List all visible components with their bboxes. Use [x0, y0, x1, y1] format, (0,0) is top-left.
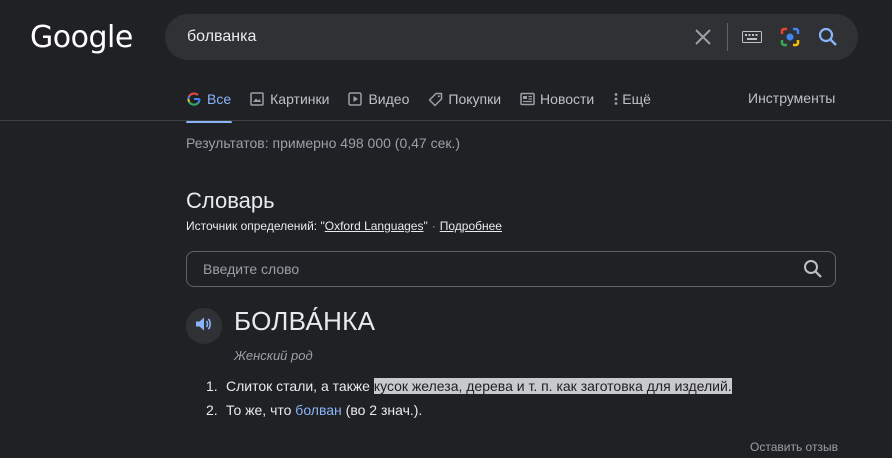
close-icon[interactable] [691, 25, 715, 49]
tag-icon [427, 91, 443, 107]
tab-all[interactable]: Все [186, 91, 232, 123]
source-suffix: " [423, 219, 428, 233]
tab-label: Картинки [270, 91, 330, 107]
dictionary-headword: БОЛВА́НКА [234, 306, 376, 336]
definition-number: 1. [206, 378, 218, 394]
camera-lens-icon[interactable] [778, 25, 802, 49]
tab-more[interactable]: Ещё [612, 91, 651, 107]
word-link-bolvan[interactable]: болван [295, 402, 341, 418]
results-stats: Результатов: примерно 498 000 (0,47 сек.… [186, 135, 461, 151]
definition-number: 2. [206, 402, 218, 418]
tab-shopping[interactable]: Покупки [427, 91, 501, 107]
search-icon[interactable] [801, 257, 825, 281]
tools-button[interactable]: Инструменты [748, 90, 835, 106]
search-results-page: Google болванка Все Картинки Видео Покуп… [0, 0, 892, 458]
play-icon [347, 91, 363, 107]
tab-label: Видео [368, 91, 410, 107]
feedback-link[interactable]: Оставить отзыв [750, 440, 838, 454]
news-icon [519, 91, 535, 107]
pronunciation-button[interactable] [186, 308, 222, 344]
tab-images[interactable]: Картинки [249, 91, 329, 107]
search-icon[interactable] [816, 25, 840, 49]
keyboard-icon[interactable] [740, 25, 764, 49]
more-info-link[interactable]: Подробнее [440, 219, 502, 233]
search-tabs: Все Картинки Видео Покупки Новости Ещё [186, 88, 669, 123]
definition-before: То же, что [226, 402, 296, 418]
speaker-icon [195, 316, 213, 337]
definition-item: 2. То же, что болван (во 2 знач.). [206, 398, 732, 422]
more-vert-icon [612, 91, 620, 107]
definition-plain: Слиток стали, а также [226, 378, 374, 394]
tab-label: Новости [540, 91, 595, 107]
oxford-languages-link[interactable]: Oxford Languages [325, 219, 424, 233]
part-of-speech: Женский род [234, 348, 313, 363]
tab-news[interactable]: Новости [519, 91, 594, 107]
tab-label: Все [207, 91, 232, 107]
tab-video[interactable]: Видео [347, 91, 409, 107]
google-g-icon [186, 91, 202, 107]
search-bar[interactable]: болванка [165, 14, 858, 60]
definition-item: 1. Слиток стали, а также кусок железа, д… [206, 374, 732, 398]
image-icon [249, 91, 265, 107]
definitions-list: 1. Слиток стали, а также кусок железа, д… [206, 374, 732, 422]
dictionary-search-box[interactable] [186, 251, 836, 287]
selected-text: кусок железа, дерева и т. п. как заготов… [373, 378, 732, 394]
definition-text: Слиток стали, а также кусок железа, дере… [226, 378, 732, 394]
search-query[interactable]: болванка [187, 28, 691, 46]
definition-after: (во 2 знач.). [341, 402, 423, 418]
search-bar-divider [727, 23, 728, 51]
dictionary-title: Словарь [186, 188, 275, 213]
definition-text: То же, что болван (во 2 знач.). [226, 402, 422, 418]
header-divider [0, 120, 892, 121]
google-logo[interactable]: Google [30, 20, 133, 55]
tab-label: Ещё [622, 91, 651, 107]
dictionary-source: Источник определений: "Oxford Languages"… [186, 219, 502, 233]
source-prefix: Источник определений: " [186, 219, 325, 233]
dictionary-word-input[interactable] [201, 260, 801, 278]
tab-label: Покупки [448, 91, 502, 107]
source-separator: · [431, 219, 436, 233]
